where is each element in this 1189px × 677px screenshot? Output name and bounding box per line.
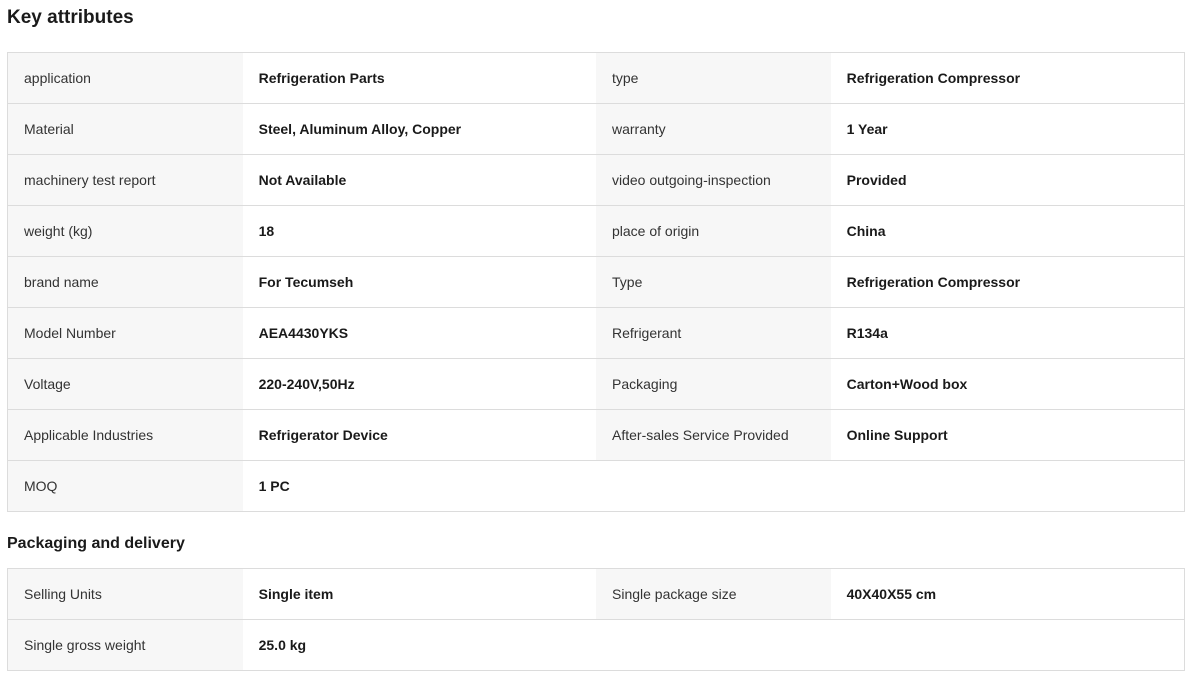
attribute-label: warranty	[596, 104, 831, 154]
attribute-label: MOQ	[8, 461, 243, 511]
table-row: MOQ 1 PC	[8, 461, 1184, 512]
attribute-value: Carton+Wood box	[830, 359, 1184, 409]
table-row: Material Steel, Aluminum Alloy, Copper w…	[8, 104, 1184, 155]
packaging-delivery-title: Packaging and delivery	[7, 535, 185, 552]
attribute-value: Steel, Aluminum Alloy, Copper	[242, 104, 596, 154]
table-row: Applicable Industries Refrigerator Devic…	[8, 410, 1184, 461]
attribute-label: Single gross weight	[8, 620, 243, 670]
attribute-value: 220-240V,50Hz	[242, 359, 596, 409]
attribute-value: Not Available	[242, 155, 596, 205]
table-row: brand name For Tecumseh Type Refrigerati…	[8, 257, 1184, 308]
table-row: Model Number AEA4430YKS Refrigerant R134…	[8, 308, 1184, 359]
attribute-label: type	[596, 53, 831, 103]
attribute-label: Model Number	[8, 308, 243, 358]
table-row: Voltage 220-240V,50Hz Packaging Carton+W…	[8, 359, 1184, 410]
key-attributes-title: Key attributes	[7, 7, 134, 28]
attribute-value: China	[830, 206, 1184, 256]
attribute-label: Packaging	[596, 359, 831, 409]
empty-cell	[596, 620, 831, 670]
attribute-value: Provided	[830, 155, 1184, 205]
attribute-value: For Tecumseh	[242, 257, 596, 307]
attribute-value: 18	[242, 206, 596, 256]
attribute-value: Single item	[242, 569, 596, 619]
attribute-value: Refrigeration Compressor	[830, 257, 1184, 307]
attribute-label: application	[8, 53, 243, 103]
attribute-value: 1 PC	[242, 461, 596, 511]
attribute-value: Refrigeration Compressor	[830, 53, 1184, 103]
attribute-label: After-sales Service Provided	[596, 410, 831, 460]
table-row: Single gross weight 25.0 kg	[8, 620, 1184, 671]
attribute-label: Single package size	[596, 569, 831, 619]
product-attributes-page: Key attributes application Refrigeration…	[0, 0, 1189, 677]
attribute-label: Refrigerant	[596, 308, 831, 358]
empty-cell	[830, 461, 1184, 511]
attribute-label: Voltage	[8, 359, 243, 409]
key-attributes-table: application Refrigeration Parts type Ref…	[7, 52, 1185, 512]
attribute-label: Selling Units	[8, 569, 243, 619]
attribute-value: Refrigerator Device	[242, 410, 596, 460]
attribute-value: 40X40X55 cm	[830, 569, 1184, 619]
attribute-value: AEA4430YKS	[242, 308, 596, 358]
attribute-value: 1 Year	[830, 104, 1184, 154]
packaging-delivery-table: Selling Units Single item Single package…	[7, 568, 1185, 671]
empty-cell	[596, 461, 831, 511]
attribute-label: Material	[8, 104, 243, 154]
attribute-label: machinery test report	[8, 155, 243, 205]
attribute-value: R134a	[830, 308, 1184, 358]
attribute-label: brand name	[8, 257, 243, 307]
attribute-label: Type	[596, 257, 831, 307]
attribute-label: Applicable Industries	[8, 410, 243, 460]
attribute-label: place of origin	[596, 206, 831, 256]
attribute-value: Online Support	[830, 410, 1184, 460]
table-row: application Refrigeration Parts type Ref…	[8, 53, 1184, 104]
attribute-label: video outgoing-inspection	[596, 155, 831, 205]
attribute-value: Refrigeration Parts	[242, 53, 596, 103]
table-row: machinery test report Not Available vide…	[8, 155, 1184, 206]
attribute-label: weight (kg)	[8, 206, 243, 256]
table-row: Selling Units Single item Single package…	[8, 569, 1184, 620]
attribute-value: 25.0 kg	[242, 620, 596, 670]
table-row: weight (kg) 18 place of origin China	[8, 206, 1184, 257]
empty-cell	[830, 620, 1184, 670]
